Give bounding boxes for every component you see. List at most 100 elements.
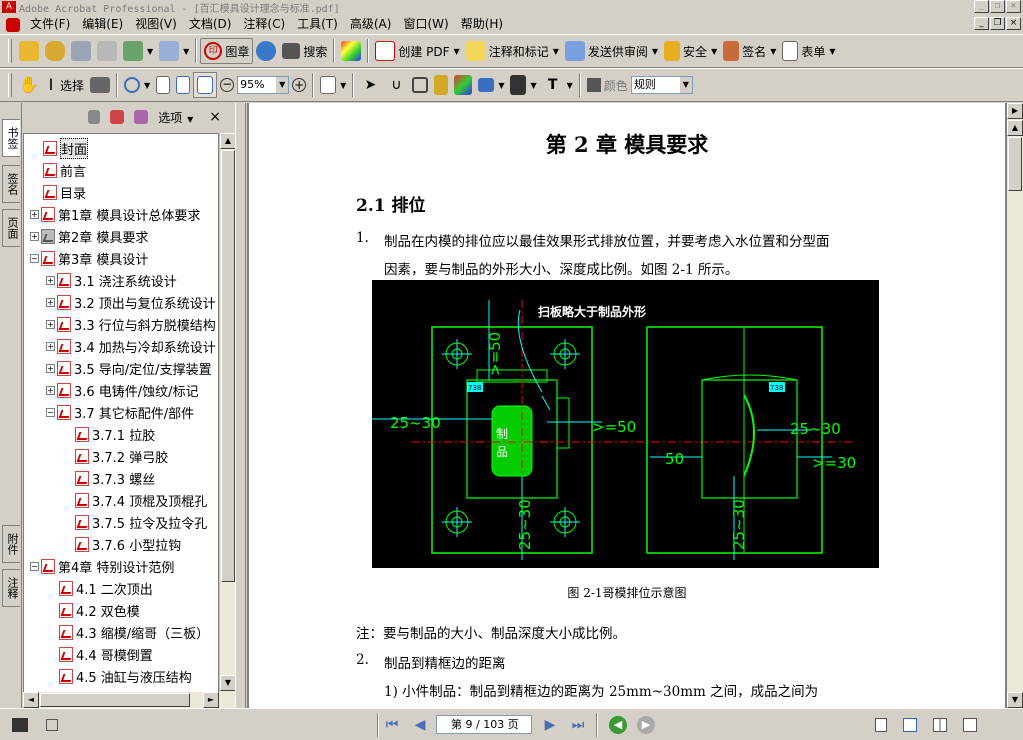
bookmark-item[interactable]: +3.5 导向/定位/支撑装置 xyxy=(46,358,212,378)
new-bookmark-icon[interactable] xyxy=(110,110,125,124)
bookmark-item[interactable]: + 第1章 模具设计总体要求 xyxy=(30,204,200,224)
document-vertical-scrollbar[interactable]: ▶ ▲ ▼ xyxy=(1007,103,1023,708)
trash-icon[interactable] xyxy=(88,110,101,124)
bookmark-item[interactable]: − 第3章 模具设计 xyxy=(30,248,148,268)
object-select-button[interactable]: ➤ xyxy=(357,72,383,98)
form-field-button[interactable]: ▼ xyxy=(475,72,507,98)
comment-markup-button[interactable]: 注释和标记 ▼ xyxy=(463,38,562,64)
expand-icon[interactable]: + xyxy=(46,319,55,329)
doc-close-button[interactable]: × xyxy=(1006,17,1021,30)
bookmark-item[interactable]: 3.7.3 螺丝 xyxy=(62,468,155,488)
bookmark-item[interactable]: +3.1 浇注系统设计 xyxy=(46,270,177,290)
menu-tools[interactable]: 工具(T) xyxy=(291,16,344,33)
snapshot-button[interactable] xyxy=(87,72,113,98)
bookmark-horizontal-scrollbar[interactable]: ◄ ► xyxy=(23,692,235,708)
bookmark-item[interactable]: +3.4 加热与冷却系统设计 xyxy=(46,336,216,356)
color-button[interactable]: 颜色 xyxy=(584,72,631,98)
tab-attachments[interactable]: 附件 xyxy=(2,525,20,563)
single-page-icon[interactable] xyxy=(875,717,887,732)
open-button[interactable] xyxy=(16,38,42,64)
bookmark-item[interactable]: 前言 xyxy=(30,160,86,180)
bookmark-item[interactable]: 3.7.2 弹弓胶 xyxy=(62,446,168,466)
menu-comments[interactable]: 注释(C) xyxy=(237,16,291,33)
bookmark-item[interactable]: 3.7.4 顶棍及顶棍孔 xyxy=(62,490,207,510)
next-page-button[interactable]: ▶ xyxy=(540,715,560,735)
save-button[interactable] xyxy=(68,38,94,64)
doc-window-icon[interactable] xyxy=(12,717,28,732)
toolbar-grip[interactable] xyxy=(8,73,12,97)
panel-close-button[interactable]: × xyxy=(209,109,221,125)
web-button[interactable] xyxy=(253,38,279,64)
menu-view[interactable]: 视图(V) xyxy=(129,16,183,33)
doc-scroll-prev-button[interactable]: ▶ xyxy=(1007,103,1023,119)
doc-minimize-button[interactable]: _ xyxy=(974,17,989,30)
bookmark-item[interactable]: 4.3 缩模/缩哥（三板） xyxy=(46,622,209,642)
facing-icon[interactable] xyxy=(933,717,947,732)
tab-comments[interactable]: 注释 xyxy=(2,569,20,607)
forms-button[interactable]: 表单 ▼ xyxy=(779,38,838,64)
collapse-icon[interactable]: − xyxy=(30,561,39,571)
collapse-icon[interactable]: − xyxy=(46,407,55,417)
minimize-button[interactable]: _ xyxy=(974,0,989,13)
doc-scroll-up-button[interactable]: ▲ xyxy=(1007,120,1023,136)
bookmark-item[interactable]: 4.4 哥模倒置 xyxy=(46,644,153,664)
scroll-down-button[interactable]: ▼ xyxy=(220,675,236,691)
3d-button[interactable] xyxy=(451,72,475,98)
fit-page-button[interactable] xyxy=(173,72,193,98)
zoom-out-button[interactable]: − xyxy=(217,72,237,98)
page-view-icon[interactable] xyxy=(46,718,58,731)
bookmark-item[interactable]: +3.6 电铸件/蚀纹/标记 xyxy=(46,380,199,400)
menu-window[interactable]: 窗口(W) xyxy=(397,16,454,33)
security-button[interactable]: 安全 ▼ xyxy=(661,38,720,64)
menu-help[interactable]: 帮助(H) xyxy=(455,16,509,33)
attach-button[interactable]: ▼ xyxy=(120,38,156,64)
zoom-in-button[interactable]: + xyxy=(289,72,309,98)
doc-scroll-down-button[interactable]: ▼ xyxy=(1007,692,1023,708)
link-button[interactable] xyxy=(431,72,451,98)
tab-bookmarks[interactable]: 书签 xyxy=(2,119,20,157)
color-picker-button[interactable] xyxy=(338,38,364,64)
doc-restore-button[interactable]: ❐ xyxy=(990,17,1005,30)
menu-document[interactable]: 文档(D) xyxy=(183,16,238,33)
expand-icon[interactable]: + xyxy=(46,297,55,307)
tab-signatures[interactable]: 签名 xyxy=(2,165,20,203)
line-style-select[interactable]: 规则 ▼ xyxy=(630,76,693,94)
sign-button[interactable]: 签名 ▼ xyxy=(720,38,779,64)
bookmark-vertical-scrollbar[interactable]: ▲ ▼ xyxy=(219,133,236,707)
bookmark-item[interactable]: +3.2 顶出与复位系统设计 xyxy=(46,292,216,312)
expand-icon[interactable]: + xyxy=(46,275,55,285)
expand-bookmark-icon[interactable] xyxy=(134,110,149,124)
expand-icon[interactable]: + xyxy=(46,385,55,395)
send-review-button[interactable]: 发送供审阅 ▼ xyxy=(562,38,661,64)
touchup-button[interactable]: ∪ xyxy=(383,72,409,98)
menu-file[interactable]: 文件(F) xyxy=(24,16,76,33)
zoom-tool-button[interactable]: ▼ xyxy=(121,72,153,98)
options-menu[interactable]: 选项 ▼ xyxy=(158,109,193,126)
previous-page-button[interactable]: ◀ xyxy=(410,715,430,735)
bookmark-item[interactable]: 4.5 油缸与液压结构 xyxy=(46,666,192,686)
continuous-facing-icon[interactable] xyxy=(963,717,977,732)
expand-icon[interactable]: + xyxy=(46,341,55,351)
select-tool-button[interactable]: I 选择 xyxy=(42,72,87,98)
panel-splitter[interactable] xyxy=(235,103,246,708)
fit-width-button[interactable] xyxy=(193,72,218,98)
expand-icon[interactable]: + xyxy=(46,363,55,373)
create-pdf-button[interactable]: 创建 PDF ▼ xyxy=(372,38,462,64)
bookmark-item[interactable]: 4.2 双色模 xyxy=(46,600,140,620)
scroll-right-button[interactable]: ► xyxy=(203,692,219,708)
bookmark-item[interactable]: 目录 xyxy=(30,182,86,202)
scroll-thumb[interactable] xyxy=(221,150,235,582)
last-page-button[interactable]: ⏭ xyxy=(568,715,588,735)
stamp-button[interactable]: 印 图章 xyxy=(200,38,254,64)
bookmark-item[interactable]: 4.1 二次顶出 xyxy=(46,578,153,598)
paperclip-button[interactable]: ▼ xyxy=(156,38,192,64)
crop-button[interactable] xyxy=(409,72,431,98)
zoom-level-select[interactable]: 95% ▼ xyxy=(237,76,290,94)
collapse-icon[interactable]: − xyxy=(30,253,39,263)
bookmark-item[interactable]: + 第2章 模具要求 xyxy=(30,226,148,246)
text-field-button[interactable]: T ▼ xyxy=(540,72,576,98)
organizer-button[interactable] xyxy=(42,38,68,64)
bookmark-item[interactable]: 3.7.5 拉令及拉令孔 xyxy=(62,512,207,532)
bookmark-item[interactable]: 3.7.6 小型拉钩 xyxy=(62,534,181,554)
expand-icon[interactable]: + xyxy=(30,231,39,241)
